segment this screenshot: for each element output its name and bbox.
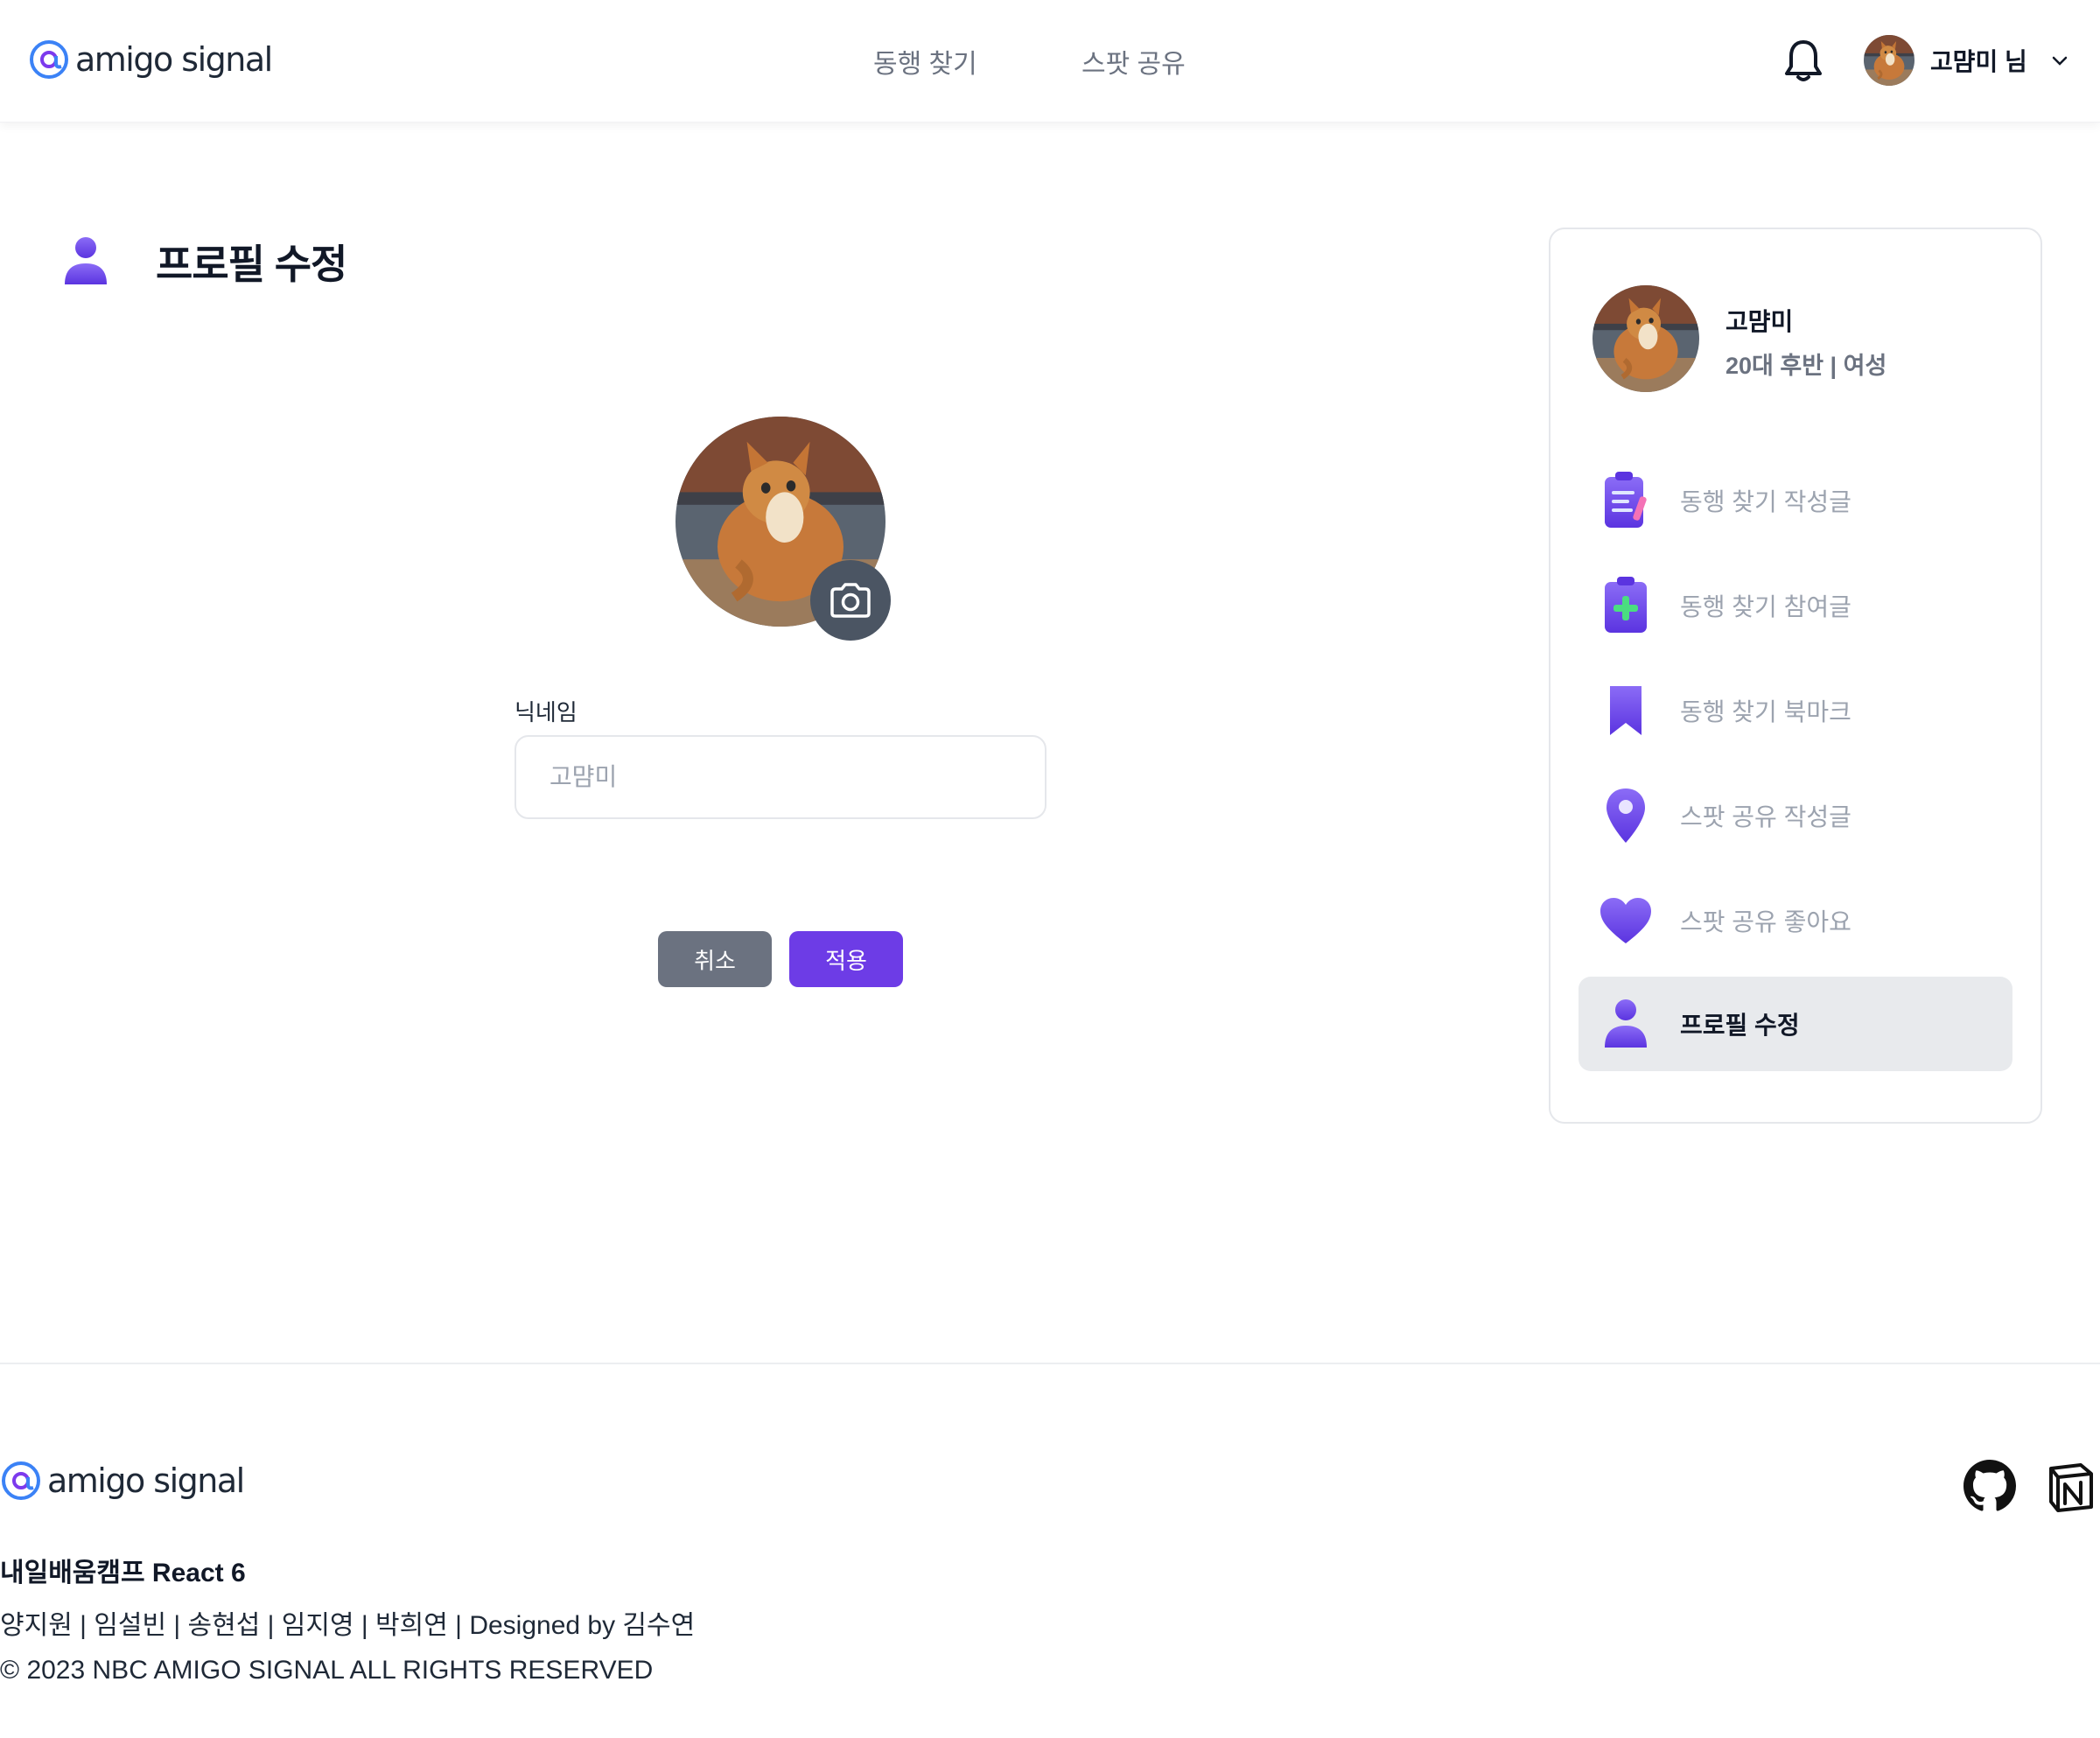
brand-wordmark: amigo signal: [47, 1461, 245, 1500]
sidebar-item-label: 스팟 공유 작성글: [1680, 803, 1852, 830]
nickname-label: 닉네임: [514, 699, 578, 725]
camera-icon: [830, 583, 871, 618]
at-sign-logo-icon: [2, 1461, 40, 1500]
top-nav-bar: amigo signal 동행 찾기 스팟 공유 고먐미 님: [0, 0, 2100, 123]
at-sign-logo-icon: [30, 40, 68, 79]
change-photo-button[interactable]: [810, 560, 891, 641]
page-heading: 프로필 수정: [63, 233, 347, 291]
sidebar-item-label: 동행 찾기 작성글: [1680, 488, 1852, 515]
footer-brand-logo[interactable]: amigo signal: [0, 1460, 245, 1502]
clipboard-list-icon: [1598, 469, 1654, 532]
mypage-sidebar: 고먐미 20대 후반 | 여성 동행 찾기 작성글 동행 찾기 참여글 동행 찾…: [1549, 228, 2042, 1124]
bell-icon[interactable]: [1782, 39, 1824, 84]
user-menu[interactable]: 고먐미 님: [1864, 35, 2069, 86]
nickname-input[interactable]: [514, 735, 1046, 819]
heart-icon: [1598, 889, 1654, 952]
sidebar-user-meta: 20대 후반 | 여성: [1726, 353, 1887, 379]
sidebar-item-label: 스팟 공유 좋아요: [1680, 908, 1852, 936]
brand-wordmark: amigo signal: [75, 40, 273, 79]
page-title: 프로필 수정: [156, 242, 347, 287]
map-pin-icon: [1598, 784, 1654, 847]
cancel-button[interactable]: 취소: [658, 931, 772, 987]
sidebar-item-companion-joined[interactable]: 동행 찾기 참여글: [1578, 558, 2012, 653]
user-name-label: 고먐미 님: [1930, 48, 2027, 75]
github-icon[interactable]: [1964, 1460, 2016, 1512]
apply-button[interactable]: 적용: [789, 931, 903, 987]
sidebar-item-companion-bookmarks[interactable]: 동행 찾기 북마크: [1578, 663, 2012, 758]
user-icon: [1598, 992, 1654, 1055]
footer-camp-name: 내일배움캠프 React 6: [0, 1559, 246, 1587]
footer-copyright: © 2023 NBC AMIGO SIGNAL ALL RIGHTS RESER…: [0, 1656, 654, 1685]
sidebar-item-companion-posts[interactable]: 동행 찾기 작성글: [1578, 453, 2012, 548]
footer-divider: [0, 1363, 2100, 1364]
nav-spot-share[interactable]: 스팟 공유: [1082, 42, 1186, 81]
notion-icon[interactable]: [2046, 1461, 2096, 1512]
brand-logo[interactable]: amigo signal: [28, 39, 273, 81]
sidebar-user-name: 고먐미: [1726, 308, 1794, 335]
avatar: [1864, 35, 1914, 86]
footer-team-credits: 양지원 | 임설빈 | 송현섭 | 임지영 | 박희연 | Designed b…: [0, 1611, 696, 1640]
sidebar-item-label: 프로필 수정: [1680, 1012, 1800, 1039]
sidebar-item-label: 동행 찾기 북마크: [1680, 698, 1852, 725]
sidebar-avatar: [1592, 285, 1699, 392]
chevron-down-icon: [2052, 56, 2068, 66]
bookmark-icon: [1598, 679, 1654, 742]
user-icon: [65, 237, 107, 284]
sidebar-item-label: 동행 찾기 참여글: [1680, 593, 1852, 620]
nav-companion-search[interactable]: 동행 찾기: [873, 42, 977, 81]
sidebar-item-spot-posts[interactable]: 스팟 공유 작성글: [1578, 768, 2012, 863]
sidebar-item-spot-likes[interactable]: 스팟 공유 좋아요: [1578, 873, 2012, 968]
clipboard-plus-icon: [1598, 574, 1654, 637]
sidebar-item-profile-edit[interactable]: 프로필 수정: [1578, 977, 2012, 1071]
